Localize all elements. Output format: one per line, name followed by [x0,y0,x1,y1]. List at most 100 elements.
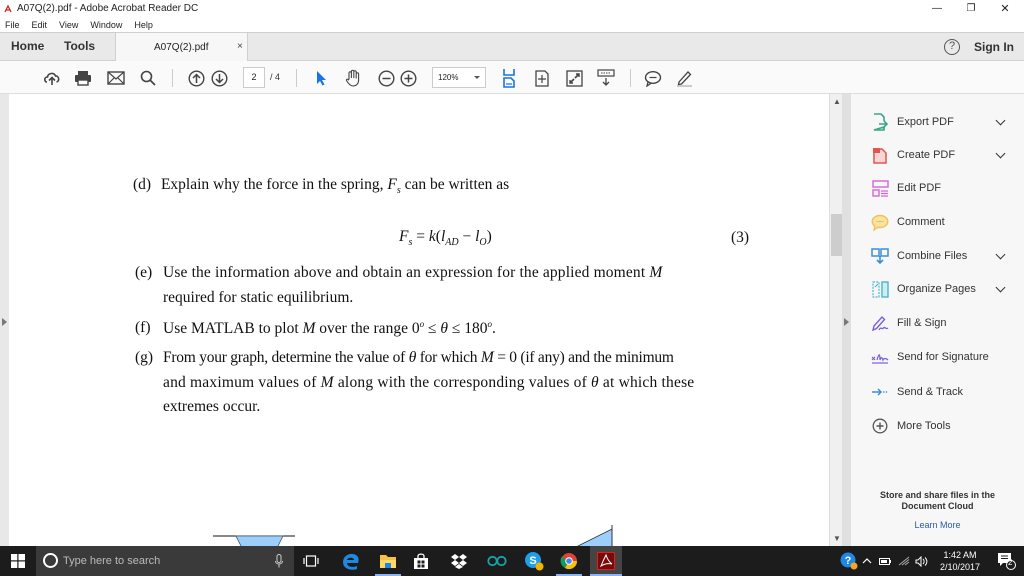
window-title: A07Q(2).pdf - Adobe Acrobat Reader DC [17,3,199,14]
left-panel-toggle[interactable] [0,94,9,546]
highlight-pen-icon[interactable] [674,68,694,88]
zoom-out-icon[interactable] [376,68,396,88]
tool-send-track[interactable]: Send & Track [851,379,1024,405]
scrollbar-thumb[interactable] [831,214,842,256]
minimize-button[interactable]: — [920,0,954,17]
close-button[interactable]: ✕ [988,0,1022,17]
skype-icon: S [525,552,544,571]
taskbar-file-explorer[interactable] [372,546,404,576]
hand-tool-icon[interactable] [343,68,363,88]
page-up-icon[interactable] [186,68,206,88]
help-icon[interactable]: ? [944,39,960,55]
g-theta2: θ [591,374,599,391]
microphone-icon[interactable] [275,554,283,568]
page-down-icon[interactable] [209,68,229,88]
action-center[interactable]: 2 [990,546,1022,576]
tool-label: Edit PDF [897,182,942,194]
edit-pdf-icon [871,179,889,197]
tool-label: Organize Pages [897,283,976,295]
learn-more-link[interactable]: Learn More [851,520,1024,530]
taskbar-store[interactable] [405,546,437,576]
taskbar-dropbox[interactable] [443,546,475,576]
tray-volume[interactable] [912,546,932,576]
select-arrow-icon[interactable] [311,68,331,88]
svg-text:?: ? [845,555,852,567]
windows-logo-icon [11,554,25,568]
tab-home[interactable]: Home [11,33,44,61]
question-f-var: M [302,320,316,338]
email-icon[interactable] [106,68,126,88]
close-tab-icon[interactable]: × [237,41,243,52]
tray-wifi[interactable] [895,546,913,576]
tab-document[interactable]: A07Q(2).pdf × [115,33,248,61]
edge-icon [343,553,359,570]
start-button[interactable] [2,546,34,576]
document-tab-label: A07Q(2).pdf [154,42,209,53]
right-panel-toggle[interactable] [842,94,851,546]
upload-cloud-icon[interactable] [42,68,62,88]
scroll-down-icon[interactable]: ▼ [833,534,841,543]
g-line1-a: From your graph, determine the value of [163,349,409,366]
document-view: (d) Explain why the force in the spring,… [9,94,829,546]
question-d-label: (d) [133,176,152,193]
tool-label: Export PDF [897,116,954,128]
toolbar-separator [296,69,297,87]
tool-organize-pages[interactable]: Organize Pages [851,276,1024,302]
combine-files-icon [871,247,889,265]
notification-icon [998,553,1016,570]
tray-battery[interactable] [876,546,894,576]
sign-in-button[interactable]: Sign In [974,40,1014,54]
menu-edit[interactable]: Edit [32,20,48,30]
dropbox-icon [451,554,467,569]
question-e-text: Use the information above and obtain an … [163,264,650,281]
tab-bar: Home Tools A07Q(2).pdf × ? Sign In [0,32,1024,61]
toolbar-separator [172,69,173,87]
fill-sign-icon [871,314,889,332]
tab-tools[interactable]: Tools [64,33,95,61]
chevron-down-icon[interactable] [995,282,1006,292]
tool-export-pdf[interactable]: Export PDF [851,109,1024,135]
fit-width-icon[interactable] [499,68,519,88]
taskbar-arduino[interactable] [481,546,513,576]
menu-view[interactable]: View [59,20,78,30]
tool-more-tools[interactable]: More Tools [851,413,1024,439]
page-number-input[interactable]: 2 [243,67,265,88]
taskbar-search-box[interactable]: Type here to search [36,546,294,576]
search-icon[interactable] [138,68,158,88]
scroll-up-icon[interactable]: ▲ [833,97,841,106]
system-clock[interactable]: 1:42 AM 2/10/2017 [938,549,982,573]
task-view-button[interactable] [295,546,327,576]
taskbar-acrobat[interactable] [590,546,622,576]
vertical-scrollbar[interactable]: ▲ ▼ [829,94,842,546]
tool-fill-sign[interactable]: Fill & Sign [851,310,1024,336]
print-icon[interactable] [73,68,93,88]
comment-icon[interactable] [643,68,663,88]
menu-file[interactable]: File [5,20,20,30]
zoom-in-icon[interactable] [398,68,418,88]
zoom-level-value: 120% [438,73,459,82]
tool-edit-pdf[interactable]: Edit PDF [851,175,1024,201]
title-bar: A07Q(2).pdf - Adobe Acrobat Reader DC [0,0,1024,17]
taskbar-edge[interactable] [335,546,367,576]
fit-page-icon[interactable] [532,68,552,88]
chevron-down-icon[interactable] [995,115,1006,125]
close-icon: ✕ [1000,3,1010,15]
zoom-level-select[interactable]: 120% [432,67,486,88]
restore-button[interactable]: ❐ [954,0,988,17]
tool-create-pdf[interactable]: Create PDF [851,142,1024,168]
chevron-down-icon[interactable] [995,249,1006,259]
comment-icon [871,213,889,231]
tool-comment[interactable]: Comment [851,209,1024,235]
menu-help[interactable]: Help [134,20,153,30]
taskbar-skype[interactable]: S [518,546,550,576]
tray-overflow[interactable] [858,546,876,576]
tool-label: Create PDF [897,149,956,161]
tool-combine-files[interactable]: Combine Files [851,243,1024,269]
scroll-mode-icon[interactable] [596,68,616,88]
tool-send-for-signature[interactable]: Send for Signature [851,344,1024,370]
fullscreen-icon[interactable] [564,68,584,88]
equation-3: Fs = k(lAD − lO) [399,228,492,248]
menu-window[interactable]: Window [90,20,122,30]
chevron-down-icon[interactable] [995,148,1006,158]
taskbar-chrome[interactable] [553,546,585,576]
